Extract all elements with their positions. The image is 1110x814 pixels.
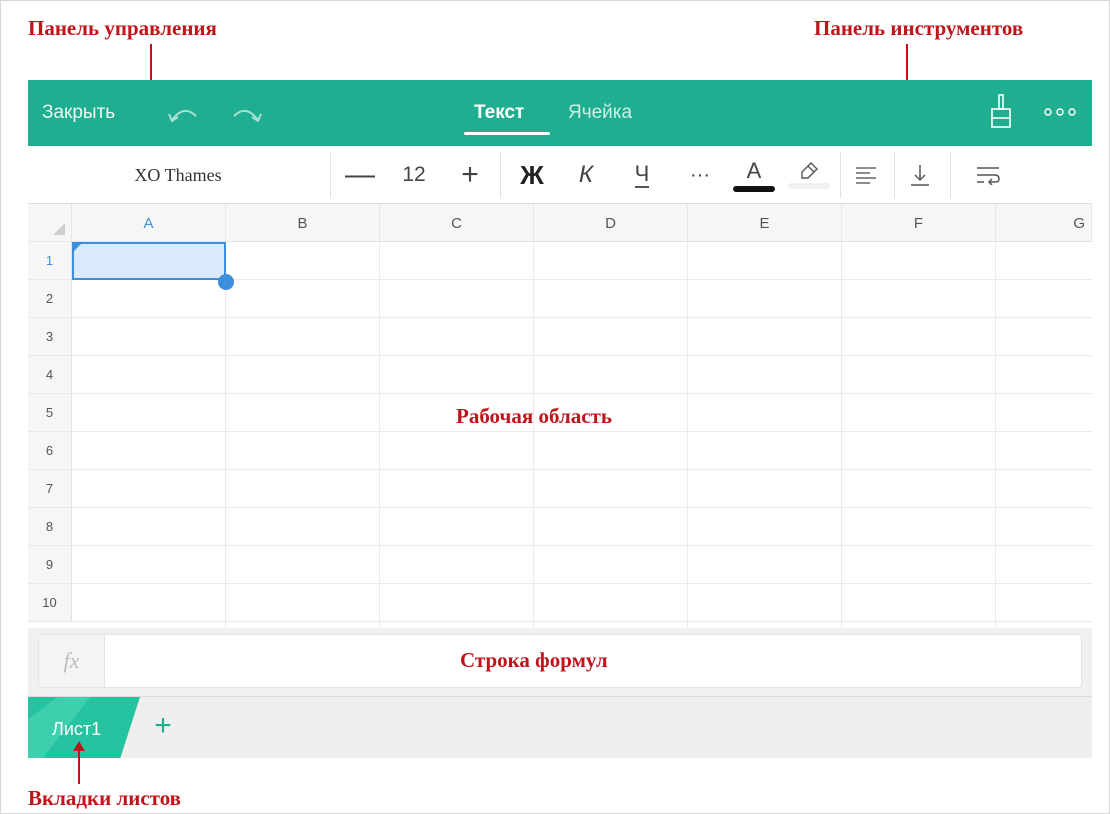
row-header-4[interactable]: 4 (28, 356, 71, 394)
row-header-5[interactable]: 5 (28, 394, 71, 432)
column-header-c[interactable]: C (380, 204, 534, 242)
row-header-6[interactable]: 6 (28, 432, 71, 470)
format-painter-icon[interactable] (990, 94, 1012, 130)
wrap-text-icon[interactable] (968, 146, 1008, 204)
active-tab-indicator (464, 132, 550, 135)
column-header-g[interactable]: G (996, 204, 1092, 242)
toolbar-separator (500, 152, 501, 198)
column-headers: A B C D E F G (72, 204, 1092, 242)
row-header-8[interactable]: 8 (28, 508, 71, 546)
toolbar-separator (894, 152, 895, 198)
selection-resize-handle[interactable] (218, 274, 234, 290)
bold-button[interactable]: Ж (512, 146, 552, 204)
tab-cell[interactable]: Ячейка (568, 102, 632, 124)
underline-letter: Ч (634, 160, 650, 188)
row-header-3[interactable]: 3 (28, 318, 71, 356)
column-header-d[interactable]: D (534, 204, 688, 242)
formatting-toolbar: XO Thames — 12 + Ж К Ч ··· A (28, 146, 1092, 204)
font-name-selector[interactable]: XO Thames (28, 146, 328, 204)
text-color-letter: A (746, 158, 762, 183)
add-sheet-button[interactable]: + (148, 711, 178, 741)
toolbar-separator (330, 152, 331, 198)
more-options-icon[interactable] (1042, 104, 1078, 120)
toolbar-separator (840, 152, 841, 198)
undo-icon[interactable] (166, 102, 202, 126)
redo-icon[interactable] (228, 102, 264, 126)
column-header-b[interactable]: B (226, 204, 380, 242)
annotation-arrow-sheet-tabs (73, 741, 85, 784)
control-bar: Закрыть Текст Ячейка (28, 80, 1092, 146)
row-header-2[interactable]: 2 (28, 280, 71, 318)
decrease-font-button[interactable]: — (338, 146, 382, 204)
sheet-tab-label: Лист1 (52, 719, 102, 739)
annotation-control-panel: Панель управления (28, 16, 217, 40)
highlight-color-swatch (788, 183, 830, 189)
row-header-10[interactable]: 10 (28, 584, 71, 622)
sheet-tabs-bar: Лист1 + (28, 696, 1092, 758)
font-size-value[interactable]: 12 (392, 146, 436, 204)
annotation-sheet-tabs: Вкладки листов (28, 786, 182, 810)
annotation-formula-bar: Строка формул (460, 648, 608, 672)
fx-icon[interactable]: fx (39, 635, 105, 687)
align-left-icon[interactable] (846, 146, 886, 204)
underline-button[interactable]: Ч (622, 146, 662, 204)
row-headers: 1 2 3 4 5 6 7 8 9 10 (28, 242, 72, 622)
increase-font-button[interactable]: + (448, 146, 492, 204)
annotation-toolbar: Панель инструментов (814, 16, 1024, 40)
more-text-options-button[interactable]: ··· (682, 146, 718, 204)
row-header-7[interactable]: 7 (28, 470, 71, 508)
select-all-corner[interactable] (28, 204, 72, 242)
row-header-1[interactable]: 1 (28, 242, 71, 280)
selection-corner-marker (74, 244, 81, 251)
text-color-button[interactable]: A (732, 146, 776, 204)
column-header-e[interactable]: E (688, 204, 842, 242)
annotation-work-area: Рабочая область (456, 404, 612, 428)
italic-button[interactable]: К (566, 146, 606, 204)
column-header-a[interactable]: A (72, 204, 226, 242)
align-bottom-icon[interactable] (900, 146, 940, 204)
close-button[interactable]: Закрыть (42, 102, 115, 124)
selected-cell-a1[interactable] (72, 242, 226, 280)
cell-grid[interactable] (72, 242, 1092, 628)
highlighter-icon[interactable] (786, 146, 832, 204)
tab-text[interactable]: Текст (474, 102, 524, 124)
row-header-9[interactable]: 9 (28, 546, 71, 584)
column-header-f[interactable]: F (842, 204, 996, 242)
toolbar-separator (950, 152, 951, 198)
text-color-swatch (733, 186, 775, 192)
